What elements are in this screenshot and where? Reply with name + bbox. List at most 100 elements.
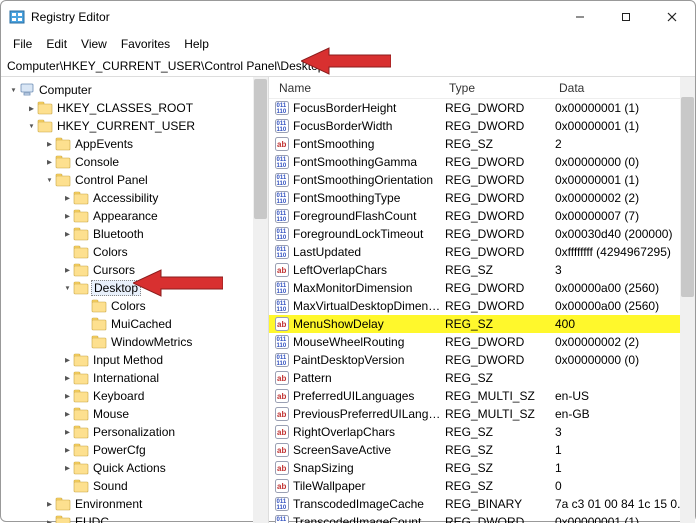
list-row[interactable]: 011110FocusBorderHeightREG_DWORD0x000000… bbox=[269, 99, 695, 117]
close-button[interactable] bbox=[649, 1, 695, 33]
tree-item-personalization[interactable]: ▶ Personalization bbox=[1, 423, 268, 441]
value-name: MenuShowDelay bbox=[293, 317, 445, 331]
list-row[interactable]: 011110FocusBorderWidthREG_DWORD0x0000000… bbox=[269, 117, 695, 135]
tree-item-label: Sound bbox=[91, 479, 130, 493]
expand-arrow-icon[interactable]: ▶ bbox=[43, 517, 55, 523]
tree-item-mouse[interactable]: ▶Mouse bbox=[1, 405, 268, 423]
tree-item-colors[interactable]: Colors bbox=[1, 243, 268, 261]
tree-item-powercfg[interactable]: ▶PowerCfg bbox=[1, 441, 268, 459]
tree-scrollbar[interactable] bbox=[253, 77, 268, 523]
list-row[interactable]: 011110FontSmoothingGammaREG_DWORD0x00000… bbox=[269, 153, 695, 171]
expand-arrow-icon[interactable]: ▶ bbox=[43, 499, 55, 510]
value-data: 3 bbox=[555, 425, 695, 439]
tree-item-environment[interactable]: ▶Environment bbox=[1, 495, 268, 513]
column-header-data[interactable]: Data bbox=[555, 79, 695, 97]
tree-item-hkey-current-user[interactable]: ▼HKEY_CURRENT_USER bbox=[1, 117, 268, 135]
svg-text:ab: ab bbox=[277, 482, 286, 491]
list-row[interactable]: 011110ForegroundLockTimeoutREG_DWORD0x00… bbox=[269, 225, 695, 243]
list-body[interactable]: 011110FocusBorderHeightREG_DWORD0x000000… bbox=[269, 99, 695, 523]
expand-arrow-icon[interactable]: ▼ bbox=[25, 121, 37, 131]
tree-scrollbar-thumb[interactable] bbox=[254, 79, 267, 219]
expand-arrow-icon[interactable]: ▶ bbox=[61, 355, 73, 366]
menu-item-help[interactable]: Help bbox=[178, 35, 215, 53]
expand-arrow-icon[interactable]: ▶ bbox=[61, 211, 73, 222]
tree-item-keyboard[interactable]: ▶Keyboard bbox=[1, 387, 268, 405]
tree-item-quick-actions[interactable]: ▶Quick Actions bbox=[1, 459, 268, 477]
value-name: LeftOverlapChars bbox=[293, 263, 445, 277]
list-row[interactable]: abMenuShowDelayREG_SZ400 bbox=[269, 315, 695, 333]
list-row[interactable]: abPatternREG_SZ bbox=[269, 369, 695, 387]
column-header-type[interactable]: Type bbox=[445, 79, 555, 97]
tree-item-computer[interactable]: ▼Computer bbox=[1, 81, 268, 99]
list-row[interactable]: 011110TranscodedImageCacheREG_BINARY7a c… bbox=[269, 495, 695, 513]
svg-text:110: 110 bbox=[277, 181, 287, 187]
tree-item-accessibility[interactable]: ▶Accessibility bbox=[1, 189, 268, 207]
tree-item-bluetooth[interactable]: ▶Bluetooth bbox=[1, 225, 268, 243]
tree-item-label: Personalization bbox=[91, 425, 177, 439]
tree-item-windowmetrics[interactable]: WindowMetrics bbox=[1, 333, 268, 351]
svg-text:ab: ab bbox=[277, 374, 286, 383]
tree-item-console[interactable]: ▶Console bbox=[1, 153, 268, 171]
svg-text:110: 110 bbox=[277, 199, 287, 205]
list-row[interactable]: abSnapSizingREG_SZ1 bbox=[269, 459, 695, 477]
menu-item-file[interactable]: File bbox=[7, 35, 38, 53]
value-name: PaintDesktopVersion bbox=[293, 353, 445, 367]
expand-arrow-icon[interactable]: ▶ bbox=[61, 373, 73, 384]
tree-item-international[interactable]: ▶International bbox=[1, 369, 268, 387]
list-row[interactable]: abRightOverlapCharsREG_SZ3 bbox=[269, 423, 695, 441]
svg-text:110: 110 bbox=[277, 217, 287, 223]
expand-arrow-icon[interactable]: ▶ bbox=[61, 427, 73, 438]
tree-item-label: AppEvents bbox=[73, 137, 135, 151]
expand-arrow-icon[interactable]: ▶ bbox=[61, 463, 73, 474]
svg-text:110: 110 bbox=[277, 505, 287, 511]
list-row[interactable]: abLeftOverlapCharsREG_SZ3 bbox=[269, 261, 695, 279]
tree-item-appevents[interactable]: ▶ AppEvents bbox=[1, 135, 268, 153]
list-row[interactable]: abScreenSaveActiveREG_SZ1 bbox=[269, 441, 695, 459]
maximize-button[interactable] bbox=[603, 1, 649, 33]
list-row[interactable]: abTileWallpaperREG_SZ0 bbox=[269, 477, 695, 495]
tree-item-hkey-classes-root[interactable]: ▶HKEY_CLASSES_ROOT bbox=[1, 99, 268, 117]
expand-arrow-icon[interactable]: ▶ bbox=[43, 139, 55, 150]
value-name: ScreenSaveActive bbox=[293, 443, 445, 457]
svg-text:110: 110 bbox=[277, 163, 287, 169]
list-row[interactable]: 011110FontSmoothingTypeREG_DWORD0x000000… bbox=[269, 189, 695, 207]
window-title: Registry Editor bbox=[31, 10, 557, 24]
tree-item-input-method[interactable]: ▶Input Method bbox=[1, 351, 268, 369]
tree-item-control-panel[interactable]: ▼Control Panel bbox=[1, 171, 268, 189]
menu-item-favorites[interactable]: Favorites bbox=[115, 35, 176, 53]
expand-arrow-icon[interactable]: ▶ bbox=[43, 157, 55, 168]
svg-text:110: 110 bbox=[277, 343, 287, 349]
expand-arrow-icon[interactable]: ▶ bbox=[61, 409, 73, 420]
value-data: 0x00000001 (1) bbox=[555, 101, 695, 115]
menu-item-view[interactable]: View bbox=[75, 35, 113, 53]
list-row[interactable]: abFontSmoothingREG_SZ2 bbox=[269, 135, 695, 153]
list-row[interactable]: 011110MaxVirtualDesktopDimensi...REG_DWO… bbox=[269, 297, 695, 315]
expand-arrow-icon[interactable]: ▶ bbox=[61, 229, 73, 240]
list-row[interactable]: 011110MouseWheelRoutingREG_DWORD0x000000… bbox=[269, 333, 695, 351]
callout-arrow-address bbox=[301, 44, 391, 83]
expand-arrow-icon[interactable]: ▶ bbox=[25, 103, 37, 114]
expand-arrow-icon[interactable]: ▼ bbox=[43, 175, 55, 185]
list-row[interactable]: 011110LastUpdatedREG_DWORD0xffffffff (42… bbox=[269, 243, 695, 261]
expand-arrow-icon[interactable]: ▼ bbox=[7, 85, 19, 95]
list-row[interactable]: abPreviousPreferredUILangua...REG_MULTI_… bbox=[269, 405, 695, 423]
expand-arrow-icon[interactable]: ▼ bbox=[61, 283, 73, 293]
expand-arrow-icon[interactable]: ▶ bbox=[61, 391, 73, 402]
tree-item-muicached[interactable]: MuiCached bbox=[1, 315, 268, 333]
menu-item-edit[interactable]: Edit bbox=[40, 35, 73, 53]
expand-arrow-icon[interactable]: ▶ bbox=[61, 265, 73, 276]
list-row[interactable]: 011110PaintDesktopVersionREG_DWORD0x0000… bbox=[269, 351, 695, 369]
tree-item-sound[interactable]: Sound bbox=[1, 477, 268, 495]
tree-item-appearance[interactable]: ▶Appearance bbox=[1, 207, 268, 225]
list-scrollbar[interactable] bbox=[680, 77, 695, 523]
list-row[interactable]: 011110FontSmoothingOrientationREG_DWORD0… bbox=[269, 171, 695, 189]
list-scrollbar-thumb[interactable] bbox=[681, 97, 694, 297]
list-row[interactable]: abPreferredUILanguagesREG_MULTI_SZen-US bbox=[269, 387, 695, 405]
expand-arrow-icon[interactable]: ▶ bbox=[61, 445, 73, 456]
value-data: en-US bbox=[555, 389, 695, 403]
expand-arrow-icon[interactable]: ▶ bbox=[61, 193, 73, 204]
list-row[interactable]: 011110MaxMonitorDimensionREG_DWORD0x0000… bbox=[269, 279, 695, 297]
list-row[interactable]: 011110ForegroundFlashCountREG_DWORD0x000… bbox=[269, 207, 695, 225]
minimize-button[interactable] bbox=[557, 1, 603, 33]
value-name: LastUpdated bbox=[293, 245, 445, 259]
